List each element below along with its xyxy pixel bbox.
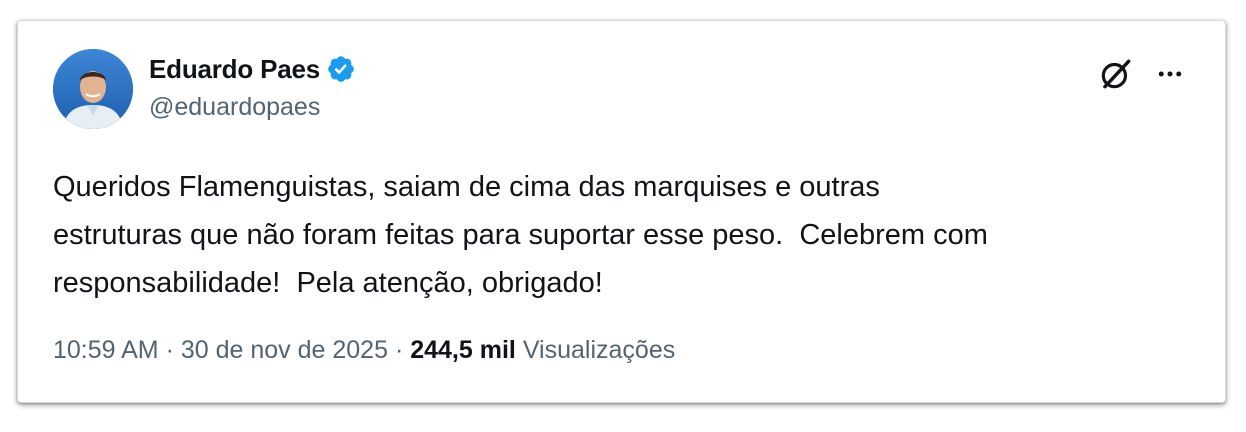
views-label-spacer [516,336,523,365]
grok-icon[interactable] [1097,55,1135,93]
tweet-meta: 10:59 AM · 30 de nov de 2025 · 244,5 mil… [53,336,675,365]
verified-badge-icon[interactable] [326,54,356,84]
more-options-icon[interactable] [1155,59,1185,89]
tweet-time[interactable]: 10:59 AM [53,336,159,365]
author-name[interactable]: Eduardo Paes [149,54,320,85]
avatar[interactable] [53,49,133,129]
author-name-row: Eduardo Paes [149,54,356,84]
tweet-text: Queridos Flamenguistas, saiam de cima da… [53,171,988,299]
meta-separator: · [158,336,181,364]
meta-separator: · [388,336,411,364]
author-handle[interactable]: @eduardopaes [149,93,320,122]
views-label[interactable]: Visualizações [523,336,675,365]
views-count[interactable]: 244,5 mil [410,336,516,365]
tweet-card[interactable]: Eduardo Paes @eduardopaes Queridos Flame… [17,20,1226,403]
tweet-date[interactable]: 30 de nov de 2025 [181,336,388,365]
avatar-image [53,49,133,129]
top-right-actions [1097,55,1185,93]
